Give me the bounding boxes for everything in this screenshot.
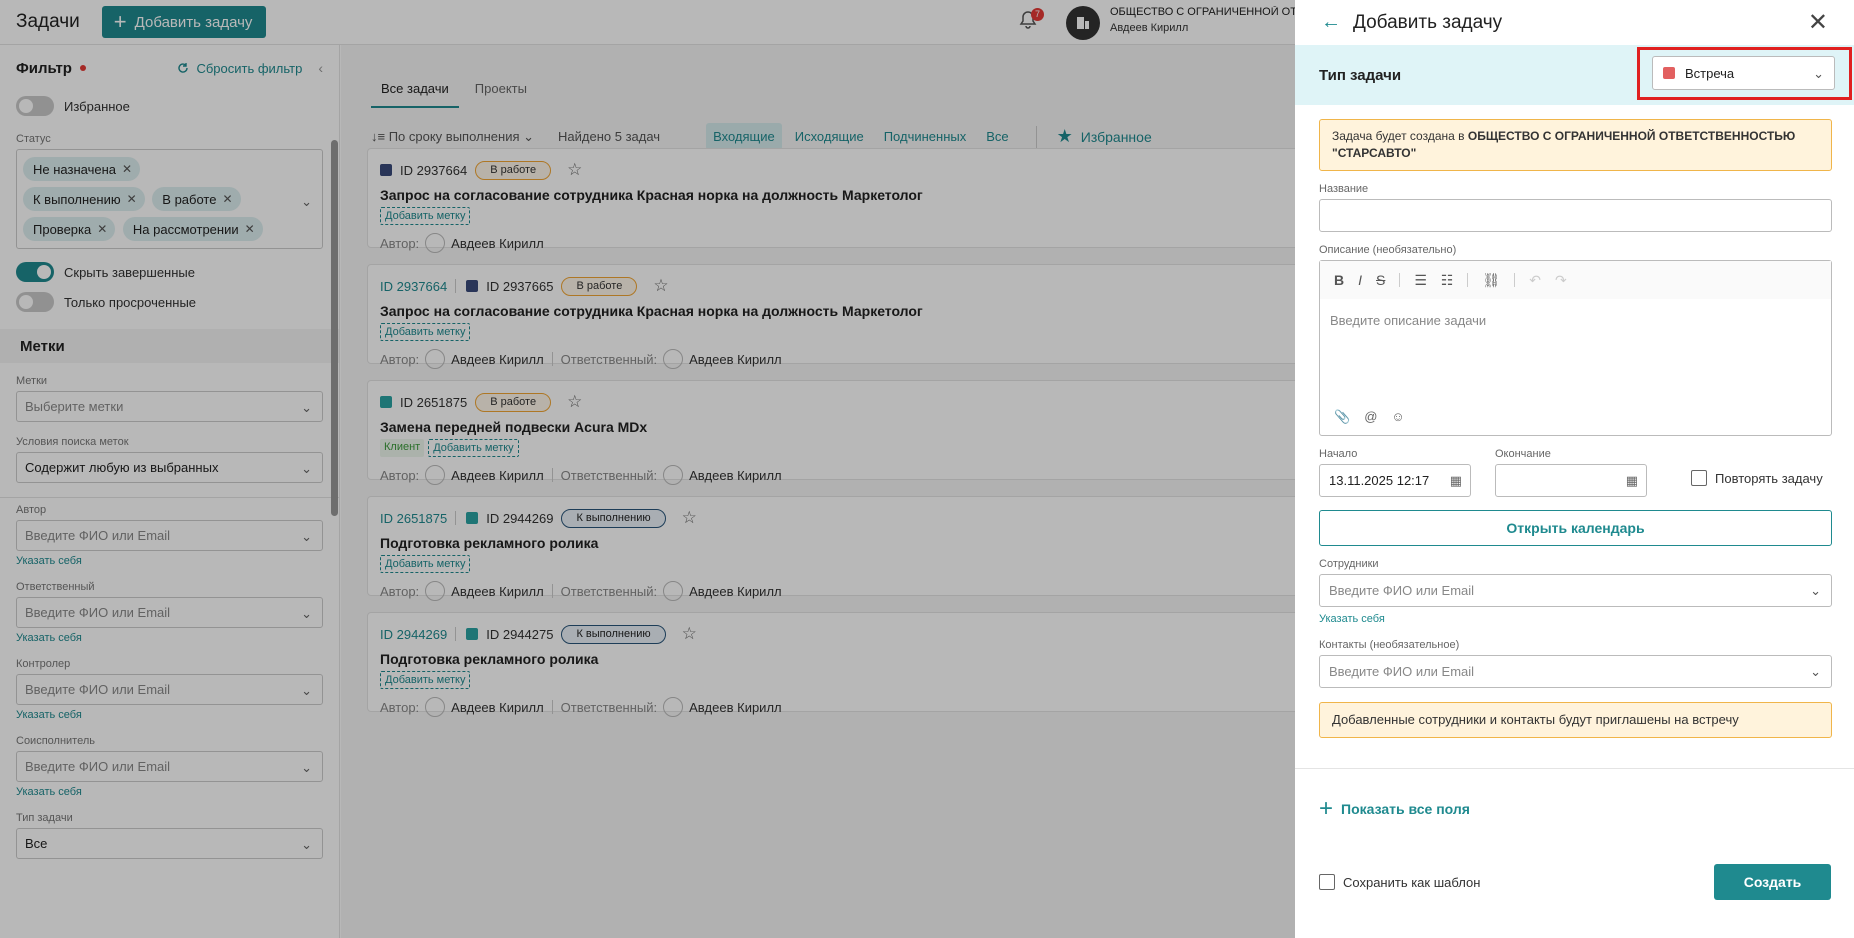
start-date-input[interactable]: 13.11.2025 12:17 ▦	[1319, 464, 1471, 497]
invite-notice: Добавленные сотрудники и контакты будут …	[1319, 702, 1832, 738]
strikethrough-icon[interactable]: S	[1376, 272, 1385, 288]
start-date-value: 13.11.2025 12:17	[1329, 473, 1430, 488]
open-calendar-button[interactable]: Открыть календарь	[1319, 510, 1832, 546]
panel-title: Добавить задачу	[1353, 11, 1503, 33]
start-label: Начало	[1319, 448, 1358, 460]
divider	[1399, 273, 1401, 287]
close-icon[interactable]: ✕	[1808, 8, 1828, 37]
repeat-checkbox[interactable]	[1691, 470, 1707, 486]
editor-footer: 📎 @ ☺	[1334, 409, 1419, 425]
end-date-input[interactable]: ▦	[1495, 464, 1647, 497]
plus-icon: +	[1319, 795, 1334, 822]
divider	[1295, 768, 1854, 769]
create-button[interactable]: Создать	[1714, 864, 1831, 900]
mention-icon[interactable]: @	[1364, 409, 1377, 425]
back-arrow-icon[interactable]: ←	[1321, 11, 1341, 34]
employees-select[interactable]: Введите ФИО или Email ⌄	[1319, 574, 1832, 607]
save-template-label: Сохранить как шаблон	[1343, 874, 1481, 890]
chevron-down-icon: ⌄	[1810, 583, 1821, 598]
bullet-list-icon[interactable]: ☰	[1414, 272, 1427, 289]
highlight-box	[1637, 47, 1852, 100]
show-all-label: Показать все поля	[1341, 801, 1470, 817]
show-all-fields-button[interactable]: + Показать все поля	[1319, 795, 1854, 823]
dates-row: Начало 13.11.2025 12:17 ▦ Окончание ▦ По…	[1319, 448, 1832, 508]
name-label: Название	[1319, 183, 1369, 195]
end-label: Окончание	[1495, 448, 1551, 460]
attach-icon[interactable]: 📎	[1334, 409, 1350, 425]
contacts-placeholder: Введите ФИО или Email	[1329, 664, 1475, 679]
description-editor[interactable]: B I S ☰ ☷ ⛓ ↶ ↷ Введите описание задачи …	[1319, 260, 1832, 436]
divider	[1467, 273, 1469, 287]
end-date-column: Окончание ▦	[1495, 448, 1647, 508]
panel-footer: Сохранить как шаблон Создать	[1319, 864, 1831, 900]
numbered-list-icon[interactable]: ☷	[1441, 272, 1454, 289]
save-template-row[interactable]: Сохранить как шаблон	[1319, 874, 1480, 890]
description-label: Описание (необязательно)	[1319, 244, 1457, 256]
employees-label: Сотрудники	[1319, 558, 1379, 570]
modal-backdrop[interactable]	[0, 0, 1295, 938]
contacts-select[interactable]: Введите ФИО или Email ⌄	[1319, 655, 1832, 688]
repeat-checkbox-row[interactable]: Повторять задачу	[1691, 470, 1823, 486]
add-task-panel: ← Добавить задачу ✕ Тип задачи Встреча ⌄…	[1295, 0, 1854, 938]
contacts-label: Контакты (необязательное)	[1319, 639, 1460, 651]
task-type-label: Тип задачи	[1319, 66, 1402, 84]
undo-icon[interactable]: ↶	[1529, 272, 1541, 289]
editor-toolbar: B I S ☰ ☷ ⛓ ↶ ↷	[1320, 261, 1831, 299]
start-date-column: Начало 13.11.2025 12:17 ▦	[1319, 448, 1471, 508]
notice-prefix: Задача будет создана в	[1332, 129, 1465, 143]
description-placeholder: Введите описание задачи	[1330, 313, 1487, 328]
task-name-input[interactable]	[1319, 199, 1832, 232]
emoji-icon[interactable]: ☺	[1391, 409, 1404, 425]
divider	[1514, 273, 1516, 287]
redo-icon[interactable]: ↷	[1555, 272, 1567, 289]
save-template-checkbox[interactable]	[1319, 874, 1335, 890]
panel-header: ← Добавить задачу ✕	[1295, 0, 1854, 45]
employees-self-link[interactable]: Указать себя	[1319, 613, 1854, 625]
bold-icon[interactable]: B	[1334, 272, 1344, 288]
chevron-down-icon: ⌄	[1810, 664, 1821, 679]
calendar-icon[interactable]: ▦	[1450, 473, 1462, 489]
calendar-icon[interactable]: ▦	[1626, 473, 1638, 489]
italic-icon[interactable]: I	[1358, 272, 1362, 288]
link-icon[interactable]: ⛓	[1482, 272, 1500, 289]
employees-placeholder: Введите ФИО или Email	[1329, 583, 1475, 598]
repeat-label: Повторять задачу	[1715, 470, 1823, 486]
task-type-row: Тип задачи Встреча ⌄	[1295, 45, 1854, 105]
org-notice: Задача будет создана в ОБЩЕСТВО С ОГРАНИ…	[1319, 119, 1832, 171]
